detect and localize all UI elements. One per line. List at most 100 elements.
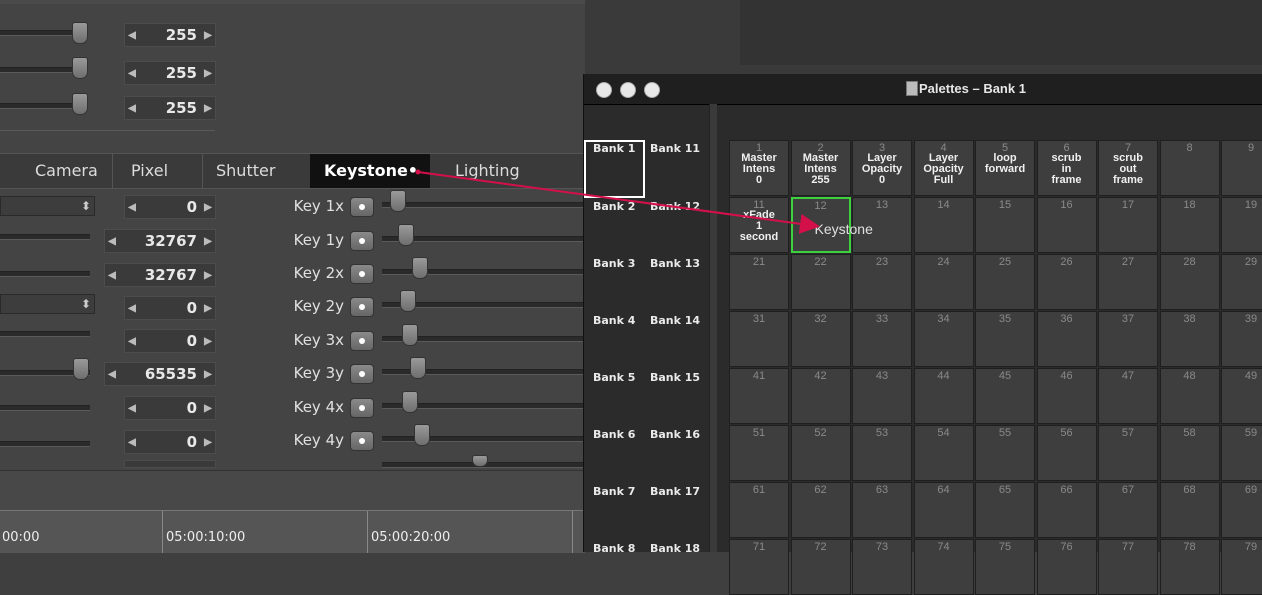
increment-icon[interactable]: ▶ [201,236,215,247]
palette-cell[interactable]: 19 [1221,197,1262,253]
stepper-value[interactable]: 0 [139,399,201,417]
palette-cell[interactable]: 53 [852,425,912,481]
pane-divider[interactable] [709,104,717,552]
slider-thumb[interactable] [73,358,89,380]
horizontal-scrollbar[interactable] [0,470,585,511]
stepper-value[interactable]: 0 [139,433,201,451]
palette-cell[interactable]: 26 [1036,254,1097,310]
stepper-value[interactable]: 0 [139,198,201,216]
palette-cell[interactable]: 75 [975,539,1035,595]
decrement-icon[interactable]: ◀ [125,303,139,314]
palette-cell[interactable]: 48 [1159,368,1220,424]
palette-cell[interactable]: 59 [1221,425,1262,481]
key-slider-thumb[interactable] [398,224,414,246]
palette-cell[interactable]: 32 [790,311,851,367]
palette-cell[interactable]: 43 [852,368,912,424]
decrement-icon[interactable]: ◀ [125,202,139,213]
key-slider-thumb[interactable] [402,391,418,413]
palette-cell[interactable]: 47 [1098,368,1158,424]
bank-item[interactable]: Bank 15 [650,371,700,384]
slider-track[interactable] [0,405,90,411]
palette-cell[interactable]: 44 [913,368,974,424]
key-toggle-button[interactable] [350,197,374,217]
palette-cell[interactable]: 79 [1221,539,1262,595]
palette-cell[interactable]: 56 [1036,425,1097,481]
stepper-value[interactable]: 32767 [119,266,201,284]
value-stepper[interactable]: ◀ 0 ▶ [124,296,216,320]
palette-cell[interactable]: 57 [1098,425,1158,481]
value-stepper[interactable]: ◀ 0 ▶ [124,430,216,454]
key-slider-thumb[interactable] [472,455,488,467]
parameter-dropdown[interactable]: ⬍ [0,196,95,216]
bank-item[interactable]: Bank 6 [593,428,635,441]
key-slider-thumb[interactable] [410,357,426,379]
key-slider-thumb[interactable] [414,424,430,446]
stepper-value[interactable]: 255 [139,26,201,44]
increment-icon[interactable]: ▶ [201,202,215,213]
stepper-value[interactable]: 0 [139,299,201,317]
tab-pixel[interactable]: Pixel [131,154,168,188]
palette-cell[interactable]: 78 [1159,539,1220,595]
decrement-icon[interactable]: ◀ [125,336,139,347]
bank-item[interactable]: Bank 5 [593,371,635,384]
palette-cell[interactable]: 54 [913,425,974,481]
increment-icon[interactable]: ▶ [201,103,215,114]
bank-item[interactable]: Bank 17 [650,485,700,498]
minimize-window-icon[interactable] [620,82,636,98]
palette-cell[interactable]: 66 [1036,482,1097,538]
palette-cell[interactable]: 67 [1098,482,1158,538]
stepper-value[interactable]: 65535 [119,365,201,383]
increment-icon[interactable]: ▶ [201,403,215,414]
palette-cell[interactable]: 64 [913,482,974,538]
palette-cell[interactable]: 61 [729,482,789,538]
tab-shutter[interactable]: Shutter [216,154,275,188]
slider-thumb[interactable] [72,57,88,79]
palette-cell[interactable]: 36 [1036,311,1097,367]
increment-icon[interactable]: ▶ [201,303,215,314]
value-stepper[interactable]: ◀ 255 ▶ [124,61,216,85]
palette-cell[interactable]: 65 [975,482,1035,538]
palette-cell[interactable]: 52 [790,425,851,481]
palette-cell[interactable]: 73 [852,539,912,595]
decrement-icon[interactable]: ◀ [105,270,119,281]
increment-icon[interactable]: ▶ [201,68,215,79]
tab-keystone[interactable]: Keystone• [310,154,430,188]
key-slider-thumb[interactable] [402,324,418,346]
window-titlebar[interactable]: Palettes – Bank 1 [584,74,1262,105]
bank-item[interactable]: Bank 12 [650,200,700,213]
palette-cell[interactable]: 18 [1159,197,1220,253]
palette-cell[interactable]: 11 xFade 1 second [729,197,789,253]
key-slider-track[interactable] [382,436,585,442]
value-stepper[interactable]: ◀ 32767 ▶ [104,229,216,253]
slider-track[interactable] [0,234,90,240]
palette-cell[interactable]: 58 [1159,425,1220,481]
slider-track[interactable] [0,441,90,447]
bank-item[interactable]: Bank 18 [650,542,700,555]
bank-item[interactable]: Bank 16 [650,428,700,441]
stepper-value[interactable]: 32767 [119,232,201,250]
decrement-icon[interactable]: ◀ [125,68,139,79]
palette-cell[interactable]: 41 [729,368,789,424]
palette-cell[interactable]: 69 [1221,482,1262,538]
decrement-icon[interactable]: ◀ [125,403,139,414]
timeline-ruler[interactable]: 00:00 05:00:10:00 05:00:20:00 [0,510,585,553]
key-slider-thumb[interactable] [400,290,416,312]
palette-cell[interactable]: 25 [975,254,1035,310]
slider-track[interactable] [0,271,90,277]
palette-cell[interactable]: 45 [975,368,1035,424]
palette-cell[interactable]: 3 Layer Opacity 0 [852,140,912,196]
palette-cell[interactable]: 55 [975,425,1035,481]
palette-cell[interactable]: 35 [975,311,1035,367]
value-stepper[interactable]: ◀ 0 ▶ [124,396,216,420]
palette-cell[interactable]: 51 [729,425,789,481]
palette-cell[interactable]: 24 [913,254,974,310]
palette-cell[interactable]: 38 [1159,311,1220,367]
bank-item[interactable]: Bank 2 [593,200,635,213]
key-slider-thumb[interactable] [412,257,428,279]
increment-icon[interactable]: ▶ [201,437,215,448]
bank-item[interactable]: Bank 7 [593,485,635,498]
palette-cell[interactable]: 29 [1221,254,1262,310]
palette-cell[interactable]: 17 [1098,197,1158,253]
stepper-value[interactable]: 255 [139,99,201,117]
key-toggle-button[interactable] [350,264,374,284]
